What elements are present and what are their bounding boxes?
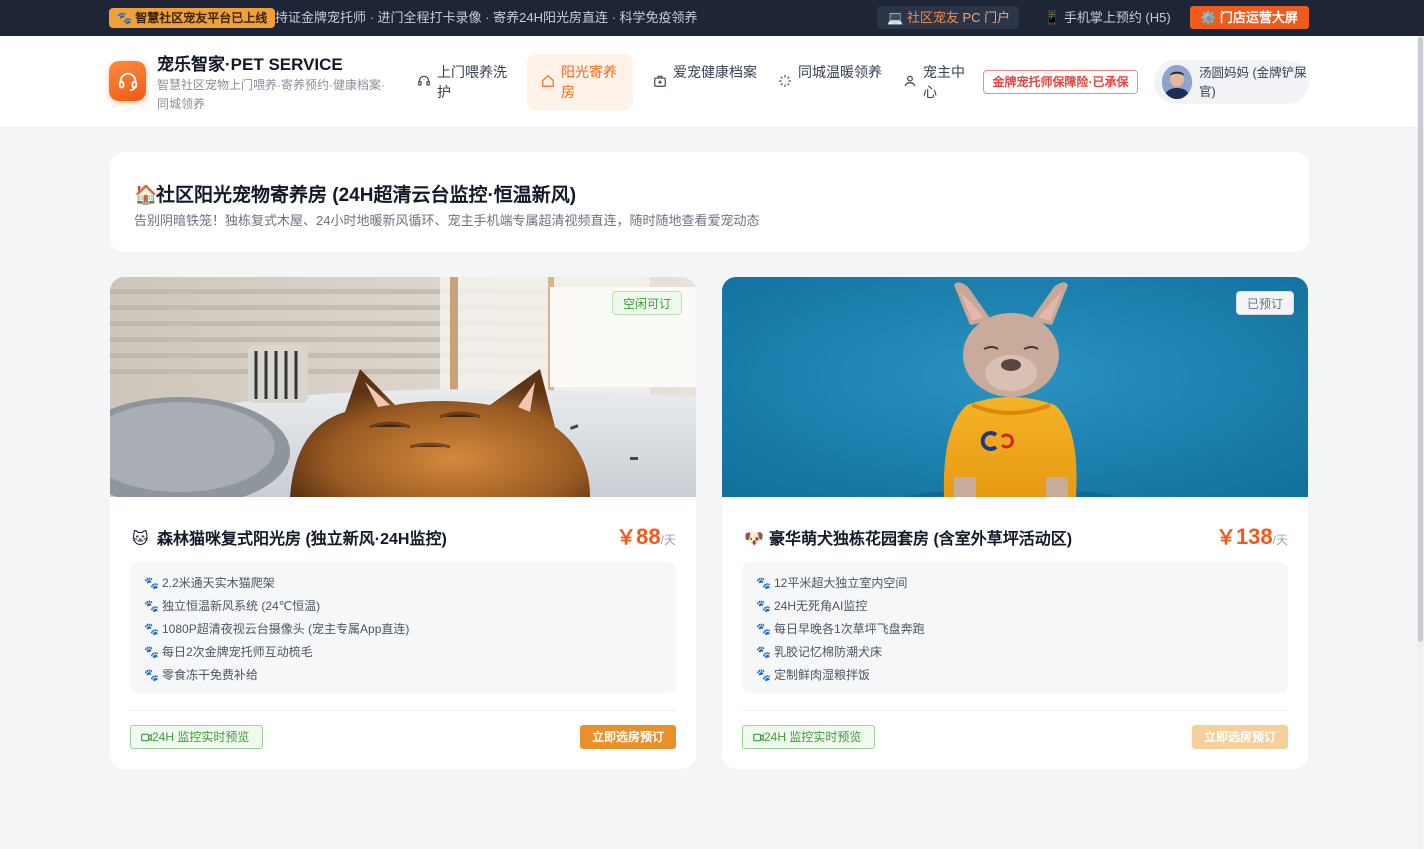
mobile-booking-label: 手机掌上预约 (H5) <box>1063 10 1171 25</box>
live-monitor-button[interactable]: 24H 监控实时预览 <box>130 725 263 749</box>
nav-label: 爱宠健康档案 <box>673 64 757 80</box>
medical-case-icon <box>654 75 666 87</box>
list-item: 🐾 每日2次金牌宠托师互动梳毛 <box>144 641 676 664</box>
spinner-icon <box>779 75 791 87</box>
nav-label: 阳光寄养房 <box>561 64 617 100</box>
page-title: 🏠社区阳光宠物寄养房 (24H超清云台监控·恒温新风) <box>134 180 576 207</box>
mobile-icon: 📱 <box>1044 10 1061 25</box>
room-price: ￥138/天 <box>1216 521 1288 550</box>
video-camera-icon <box>753 733 764 742</box>
house-icon: 🏠 <box>134 185 158 206</box>
list-item: 🐾 定制鲜肉湿粮拌饭 <box>756 664 1288 687</box>
paw-icon: 🐾 <box>144 599 159 613</box>
user-profile[interactable]: 汤圆妈妈 (金牌铲屎官) <box>1154 60 1309 104</box>
home-icon <box>542 74 554 87</box>
brand-title: 宠乐智家·PET SERVICE <box>157 55 343 74</box>
status-badge: 已预订 <box>1235 291 1294 315</box>
store-dashboard-label: 门店运营大屏 <box>1219 10 1298 25</box>
mobile-booking-link[interactable]: 📱 手机掌上预约 (H5) <box>1044 0 1171 36</box>
page-subtitle: 告别阴暗铁笼！独栋复式木屋、24小时地暖新风循环、宠主手机端专属超清视频直连，随… <box>134 213 760 228</box>
list-item: 🐾 2.2米通天实木猫爬架 <box>144 572 676 595</box>
site-header: 宠乐智家·PET SERVICE 智慧社区宠物上门喂养·寄养预约·健康档案·同城… <box>0 36 1424 128</box>
paw-icon: 🐾 <box>144 622 159 636</box>
paw-icon: 🐾 <box>756 576 771 590</box>
price-value: 88 <box>636 524 661 549</box>
announcement-bar: 🐾 智慧社区宠友平台已上线 持证金牌宠托师 · 进门全程打卡录像 · 寄养24H… <box>0 0 1424 36</box>
scrollbar-thumb[interactable] <box>1418 37 1423 642</box>
list-item: 🐾 每日早晚各1次草坪飞盘奔跑 <box>756 618 1288 641</box>
price-currency: ￥ <box>1215 527 1236 549</box>
cat-photo-image <box>110 277 696 497</box>
store-dashboard-button[interactable]: ⚙️ 门店运营大屏 <box>1190 6 1309 29</box>
room-card-dog: 已预订 🐶 豪华萌犬独栋花园套房 (含室外草坪活动区) ￥138/天 🐾 12平米超… <box>722 277 1308 769</box>
paw-icon: 🐾 <box>756 622 771 636</box>
pc-portal-label-a: 社区宠友 <box>906 10 959 25</box>
paw-icon: 🐾 <box>144 645 159 659</box>
room-title-text: 森林猫咪复式阳光房 (独立新风·24H监控) <box>157 531 447 548</box>
room-title-text: 豪华萌犬独栋花园套房 (含室外草坪活动区) <box>769 531 1073 548</box>
pc-portal-label-b: PC 门户 <box>962 10 1011 25</box>
price-unit: /天 <box>1272 533 1288 547</box>
announcement-marquee: 持证金牌宠托师 · 进门全程打卡录像 · 寄养24H阳光房直连 · 科学免疫领养 <box>275 10 698 25</box>
dog-face-icon: 🐶 <box>744 531 764 548</box>
room-card-cat: 空闲可订 🐱 森林猫咪复式阳光房 (独立新风·24H监控) ￥88/天 🐾 2.2米… <box>110 277 696 769</box>
nav-owner-center[interactable]: 宠主中心 <box>903 54 973 110</box>
list-item: 🐾 零食冻干免费补给 <box>144 664 676 687</box>
laptop-icon: 💻 <box>887 10 904 25</box>
list-item: 🐾 24H无死角AI监控 <box>756 595 1288 618</box>
paw-icon: 🐾 <box>756 645 771 659</box>
paw-icon: 🐾 <box>756 668 771 682</box>
book-room-button[interactable]: 立即选房预订 <box>1192 725 1288 749</box>
paw-icon: 🐾 <box>756 599 771 613</box>
paw-icon: 🐾 <box>144 668 159 682</box>
cat-face-icon: 🐱 <box>132 531 149 548</box>
price-unit: /天 <box>660 533 676 547</box>
book-room-button[interactable]: 立即选房预订 <box>580 725 676 749</box>
pc-portal-link[interactable]: 💻 社区宠友 PC 门户 <box>877 6 1019 29</box>
price-currency: ￥ <box>616 527 637 549</box>
nav-label: 同城温暖领养 <box>798 64 882 80</box>
live-monitor-label: 24H 监控实时预览 <box>764 730 862 744</box>
divider <box>742 710 1288 711</box>
nav-label: 上门喂养洗护 <box>437 64 507 100</box>
feature-list: 🐾 2.2米通天实木猫爬架 🐾 独立恒温新风系统 (24℃恒温) 🐾 1080P超清夜… <box>130 562 676 693</box>
divider <box>130 710 676 711</box>
live-monitor-button[interactable]: 24H 监控实时预览 <box>742 725 875 749</box>
gear-icon: ⚙️ <box>1200 10 1217 25</box>
room-title: 🐱 森林猫咪复式阳光房 (独立新风·24H监控) <box>132 525 447 549</box>
price-value: 138 <box>1235 524 1273 549</box>
user-icon <box>904 75 916 87</box>
room-title: 🐶 豪华萌犬独栋花园套房 (含室外草坪活动区) <box>744 525 1072 549</box>
list-item: 🐾 独立恒温新风系统 (24℃恒温) <box>144 595 676 618</box>
dog-photo-image <box>722 277 1308 497</box>
nav-adoption[interactable]: 同城温暖领养 <box>778 54 882 110</box>
nav-label: 宠主中心 <box>923 64 965 100</box>
avatar-portrait-icon <box>1162 65 1192 99</box>
headset-icon <box>418 75 430 86</box>
brand-logo[interactable] <box>109 61 146 101</box>
user-name: 汤圆妈妈 (金牌铲屎官) <box>1199 66 1307 99</box>
status-badge: 空闲可订 <box>611 291 682 315</box>
headset-logo-icon <box>118 72 138 92</box>
brand-subtitle: 智慧社区宠物上门喂养·寄养预约·健康档案·同城领养 <box>157 78 385 111</box>
video-camera-icon <box>141 733 152 742</box>
nav-boarding[interactable]: 阳光寄养房 <box>527 54 633 110</box>
boarding-hero-panel: 🏠社区阳光宠物寄养房 (24H超清云台监控·恒温新风) 告别阴暗铁笼！独栋复式木… <box>110 152 1309 252</box>
list-item: 🐾 1080P超清夜视云台摄像头 (宠主专属App直连) <box>144 618 676 641</box>
platform-launch-tag: 🐾 智慧社区宠友平台已上线 <box>109 8 276 28</box>
room-price: ￥88/天 <box>616 521 676 550</box>
room-photo-dog: 已预订 <box>722 277 1308 497</box>
live-monitor-label: 24H 监控实时预览 <box>152 730 250 744</box>
avatar <box>1162 65 1192 99</box>
page-title-text: 社区阳光宠物寄养房 (24H超清云台监控·恒温新风) <box>156 185 577 206</box>
nav-health[interactable]: 爱宠健康档案 <box>653 54 757 110</box>
list-item: 🐾 乳胶记忆棉防潮犬床 <box>756 641 1288 664</box>
room-photo-cat: 空闲可订 <box>110 277 696 497</box>
insurance-badge: 金牌宠托师保障险·已承保 <box>983 70 1138 94</box>
list-item: 🐾 12平米超大独立室内空间 <box>756 572 1288 595</box>
nav-feeding[interactable]: 上门喂养洗护 <box>417 54 513 110</box>
feature-list: 🐾 12平米超大独立室内空间 🐾 24H无死角AI监控 🐾 每日早晚各1次草坪飞盘奔跑… <box>742 562 1288 693</box>
paw-icon: 🐾 <box>144 576 159 590</box>
